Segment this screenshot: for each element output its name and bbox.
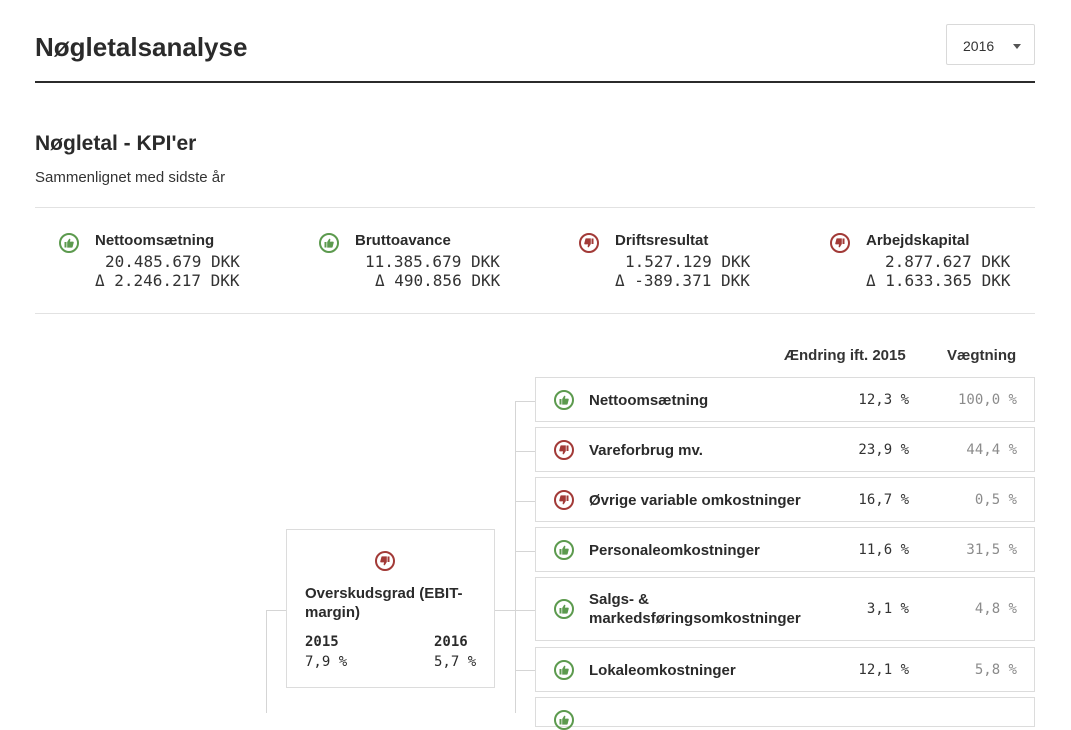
divider <box>35 313 1035 314</box>
row-weight: 0,5 % <box>974 492 1017 508</box>
table-row[interactable]: Nettoomsætning 12,3 % 100,0 % <box>535 377 1035 422</box>
thumbs-up-icon <box>554 710 574 730</box>
table-row[interactable] <box>535 697 1035 730</box>
row-change: 3,1 % <box>866 601 909 617</box>
card-year-prev: 2015 <box>305 634 339 650</box>
row-weight: 31,5 % <box>966 542 1017 558</box>
row-weight: 4,8 % <box>974 601 1017 617</box>
thumbs-down-icon <box>579 233 599 253</box>
card-title: Overskudsgrad (EBIT-margin) <box>305 585 463 621</box>
row-name: Vareforbrug mv. <box>589 442 703 459</box>
kpi-name: Driftsresultat <box>615 232 709 249</box>
section-title: Nøgletal - KPI'er <box>35 132 197 155</box>
kpi-name: Arbejdskapital <box>866 232 970 249</box>
tree-connector <box>266 610 286 611</box>
kpi-delta: Δ 490.856 DKK <box>375 271 501 290</box>
table-row[interactable]: Øvrige variable omkostninger 16,7 % 0,5 … <box>535 477 1035 522</box>
tree-connector <box>495 610 515 611</box>
table-row[interactable]: Personaleomkostninger 11,6 % 31,5 % <box>535 527 1035 572</box>
tree-connector <box>515 551 535 552</box>
column-header-change: Ændring ift. 2015 <box>784 347 906 364</box>
thumbs-down-icon <box>554 490 574 510</box>
divider <box>35 207 1035 208</box>
kpi-delta: Δ -389.371 DKK <box>615 271 750 290</box>
row-change: 12,1 % <box>858 662 909 678</box>
row-weight: 100,0 % <box>957 392 1017 408</box>
card-value-prev: 7,9 % <box>305 654 348 670</box>
thumbs-up-icon <box>554 660 574 680</box>
tree-connector <box>515 401 516 713</box>
column-header-weight: Vægtning <box>947 347 1017 364</box>
ebit-margin-card[interactable]: Overskudsgrad (EBIT-margin) 2015 2016 7,… <box>286 529 495 688</box>
thumbs-up-icon <box>59 233 79 253</box>
tree-connector <box>515 451 535 452</box>
thumbs-down-icon <box>830 233 850 253</box>
thumbs-up-icon <box>319 233 339 253</box>
card-year-curr: 2016 <box>434 634 468 650</box>
section-subtitle: Sammenlignet med sidste år <box>35 169 226 186</box>
row-weight: 5,8 % <box>974 662 1017 678</box>
row-name: Personaleomkostninger <box>589 542 760 559</box>
year-select-value: 2016 <box>963 38 995 54</box>
kpi-value: 2.877.627 DKK <box>885 252 1011 271</box>
kpi-value: 1.527.129 DKK <box>625 252 751 271</box>
row-name: Øvrige variable omkostninger <box>589 492 801 509</box>
row-change: 12,3 % <box>858 392 909 408</box>
card-value-curr: 5,7 % <box>434 654 477 670</box>
table-row[interactable]: Salgs- & markedsføringsomkostninger 3,1 … <box>535 577 1035 641</box>
page-header: Nøgletalsanalyse 2016 <box>35 24 1035 83</box>
thumbs-up-icon <box>554 599 574 619</box>
table-row[interactable]: Vareforbrug mv. 23,9 % 44,4 % <box>535 427 1035 472</box>
row-change: 16,7 % <box>858 492 909 508</box>
row-name: Lokaleomkostninger <box>589 662 736 679</box>
year-select[interactable]: 2016 <box>946 24 1035 65</box>
chevron-down-icon <box>1013 44 1021 49</box>
thumbs-down-icon <box>554 440 574 460</box>
kpi-value: 11.385.679 DKK <box>365 252 500 271</box>
row-name: Nettoomsætning <box>589 392 709 409</box>
table-row[interactable]: Lokaleomkostninger 12,1 % 5,8 % <box>535 647 1035 692</box>
tree-connector <box>515 401 535 402</box>
tree-connector <box>515 670 535 671</box>
tree-connector <box>515 610 535 611</box>
page-title: Nøgletalsanalyse <box>35 32 248 62</box>
kpi-delta: Δ 1.633.365 DKK <box>866 271 1011 290</box>
thumbs-up-icon <box>554 390 574 410</box>
row-change: 23,9 % <box>858 442 909 458</box>
thumbs-down-icon <box>375 551 395 571</box>
kpi-name: Nettoomsætning <box>95 232 215 249</box>
kpi-name: Bruttoavance <box>355 232 451 249</box>
kpi-delta: Δ 2.246.217 DKK <box>95 271 240 290</box>
row-name: Salgs- & markedsføringsomkostninger <box>589 591 801 627</box>
row-change: 11,6 % <box>858 542 909 558</box>
row-weight: 44,4 % <box>966 442 1017 458</box>
tree-connector <box>266 610 267 713</box>
tree-connector <box>515 501 535 502</box>
kpi-value: 20.485.679 DKK <box>105 252 240 271</box>
thumbs-up-icon <box>554 540 574 560</box>
